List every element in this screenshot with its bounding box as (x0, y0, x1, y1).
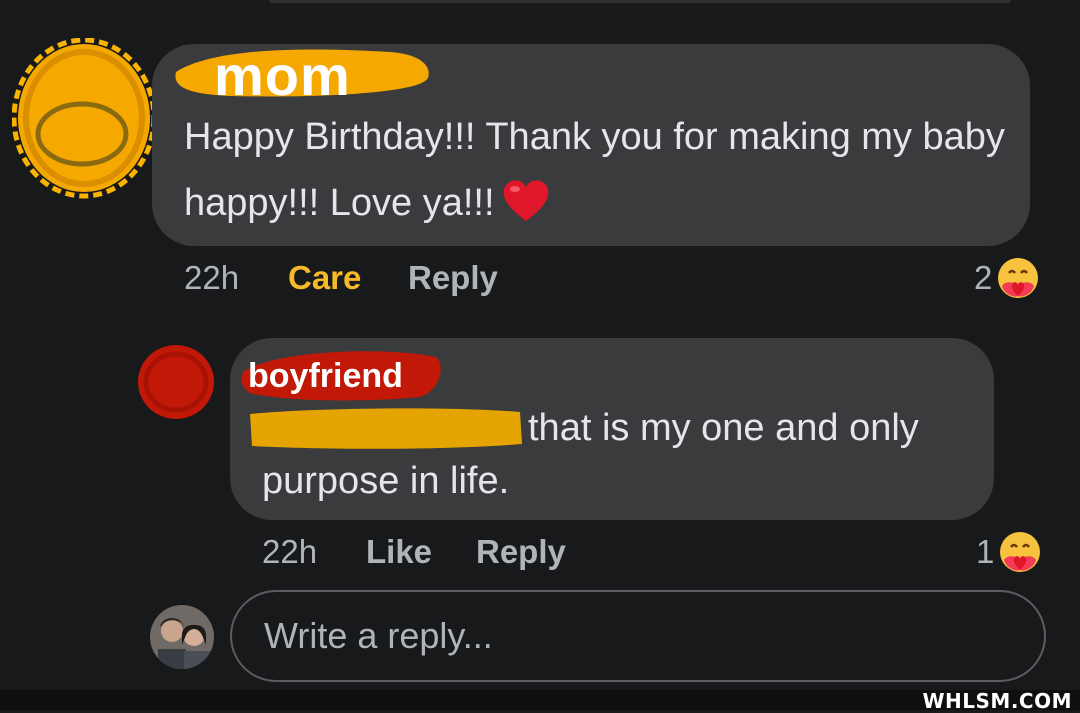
previous-comment-divider (270, 0, 1010, 3)
comment-text-line1: that is my one and only (528, 407, 919, 449)
care-emoji-icon (1000, 532, 1041, 572)
comment-author[interactable]: mom (214, 44, 351, 108)
reply-button[interactable]: Reply (476, 532, 566, 572)
reaction-count: 2 (974, 259, 993, 296)
reply-input[interactable] (230, 590, 1046, 682)
reply-button[interactable]: Reply (408, 258, 498, 298)
comment-timestamp[interactable]: 22h (262, 533, 317, 570)
reaction-count: 1 (976, 533, 995, 570)
comment-text: Happy Birthday!!! Thank you for making m… (184, 104, 1014, 244)
avatar-scribbled-icon[interactable] (12, 38, 160, 200)
current-user-avatar (150, 605, 214, 669)
red-heart-icon (501, 177, 551, 244)
comment-actions: 22h Like Reply (262, 532, 566, 572)
comment-text-line2: purpose in life. (262, 460, 510, 502)
care-reaction-button[interactable]: Care (288, 258, 361, 298)
reaction-summary[interactable]: 1 (976, 530, 1042, 574)
comment-actions: 22h Care Reply (184, 258, 498, 298)
avatar-scribbled-icon[interactable] (136, 342, 216, 422)
bottom-strip (0, 690, 1080, 710)
comment-timestamp[interactable]: 22h (184, 259, 239, 296)
care-emoji-icon (998, 258, 1039, 298)
like-button[interactable]: Like (366, 532, 432, 572)
comment-text-content: Happy Birthday!!! Thank you for making m… (184, 116, 1005, 224)
reaction-summary[interactable]: 2 (974, 256, 1040, 300)
comment-author[interactable]: boyfriend (248, 354, 403, 398)
mention-scribble-icon (250, 408, 522, 449)
watermark-text: WHLSM.COM (922, 689, 1072, 713)
